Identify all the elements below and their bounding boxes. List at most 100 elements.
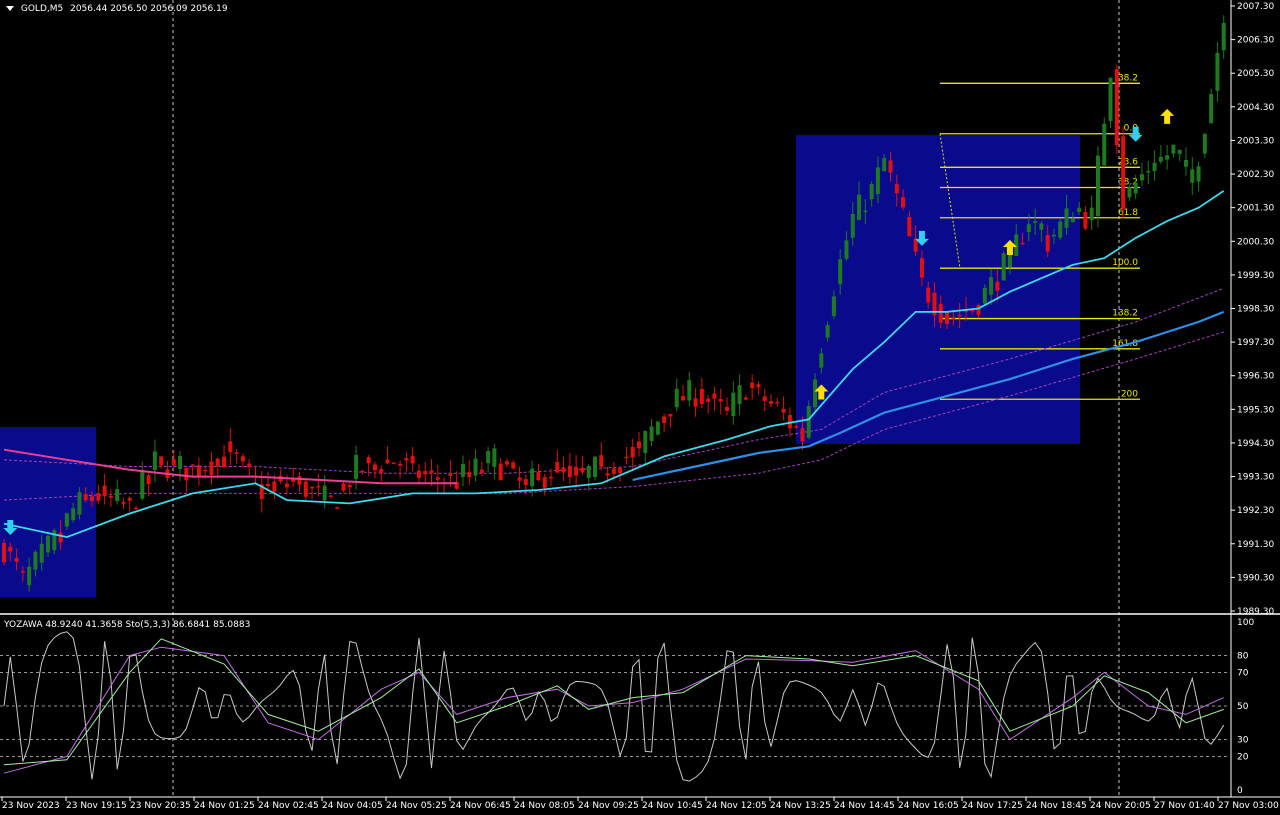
range-box-left: [0, 427, 96, 597]
candle-body: [115, 489, 120, 502]
price-tick-label: 1989.30: [1237, 607, 1274, 617]
candle-body: [322, 485, 327, 501]
dropdown-triangle-icon[interactable]: [6, 6, 14, 11]
osc-tick-label: 80: [1237, 652, 1249, 662]
candle-body: [1165, 155, 1170, 160]
candle-body: [429, 470, 434, 473]
candle-body: [171, 459, 176, 466]
candle-body: [919, 258, 924, 278]
candle-body: [800, 428, 805, 442]
price-tick-label: 1991.30: [1237, 540, 1274, 550]
candle-body: [20, 571, 25, 573]
candle-body: [1121, 136, 1126, 209]
candle-body: [561, 467, 566, 473]
candle-body: [410, 455, 415, 464]
candle-body: [435, 477, 440, 480]
chart-background: [0, 0, 1280, 815]
candle-body: [240, 456, 245, 462]
candle-body: [630, 446, 635, 458]
candle-body: [831, 296, 836, 316]
candle-body: [536, 472, 541, 481]
candle-body: [228, 441, 233, 453]
candle-body: [1039, 223, 1044, 230]
time-tick-label: 23 Nov 19:15: [66, 801, 127, 811]
candle-body: [1033, 221, 1038, 223]
indicator-values: YOZAWA 48.9240 41.3658 Sto(5,3,3) 86.684…: [4, 620, 251, 630]
candle-body: [907, 217, 912, 237]
price-tick-label: 2002.30: [1237, 170, 1274, 180]
candle-body: [681, 395, 686, 401]
time-tick-label: 24 Nov 04:05: [322, 801, 383, 811]
candle-body: [203, 469, 208, 472]
candle-body: [140, 469, 145, 499]
candle-body: [781, 408, 786, 413]
candle-body: [479, 469, 484, 473]
candle-body: [863, 210, 868, 213]
candle-body: [794, 426, 799, 428]
price-tick-label: 1994.30: [1237, 439, 1274, 449]
candle-body: [643, 431, 648, 453]
candle-body: [27, 566, 32, 586]
candle-body: [127, 497, 132, 501]
candle-body: [976, 305, 981, 315]
candle-body: [178, 456, 183, 470]
candle-body: [857, 194, 862, 220]
candle-body: [492, 448, 497, 467]
symbol-header: GOLD,M5 2056.44 2056.50 2056.09 2056.19: [6, 4, 228, 14]
price-tick-label: 1992.30: [1237, 506, 1274, 516]
candle-body: [1064, 208, 1069, 228]
candle-body: [1183, 160, 1188, 167]
candle-body: [655, 421, 660, 435]
candle-body: [498, 463, 503, 481]
candle-body: [486, 451, 491, 464]
candle-body: [297, 476, 302, 485]
candle-body: [460, 463, 465, 477]
candle-body: [222, 456, 227, 467]
candle-body: [266, 483, 271, 487]
candle-body: [1083, 211, 1088, 229]
candle-body: [1051, 234, 1056, 237]
candle-body: [580, 467, 585, 473]
candle-body: [467, 472, 472, 478]
candle-body: [196, 465, 201, 477]
candle-body: [234, 452, 239, 454]
time-tick-label: 24 Nov 12:05: [706, 801, 767, 811]
candle-body: [850, 214, 855, 238]
fib-level-label: 23.6: [1118, 157, 1138, 167]
candle-body: [90, 496, 95, 502]
candle-body: [1089, 207, 1094, 221]
candle-body: [555, 462, 560, 473]
candle-body: [1152, 162, 1157, 172]
candle-body: [945, 312, 950, 325]
time-tick-label: 24 Nov 09:25: [578, 801, 639, 811]
candle-body: [957, 314, 962, 317]
candle-body: [775, 401, 780, 404]
candle-body: [14, 557, 19, 562]
candle-body: [1108, 77, 1113, 122]
fib-level-label: 61.8: [1118, 208, 1138, 218]
candle-body: [982, 287, 987, 304]
candle-body: [448, 472, 453, 477]
candle-body: [215, 458, 220, 467]
time-tick-label: 27 Nov 03:00: [1218, 801, 1279, 811]
osc-tick-label: 30: [1237, 736, 1249, 746]
candle-body: [71, 508, 76, 521]
candle-body: [687, 380, 692, 401]
candle-body: [1077, 207, 1082, 213]
candle-body: [756, 384, 761, 388]
price-tick-label: 2004.30: [1237, 103, 1274, 113]
price-tick-label: 2001.30: [1237, 204, 1274, 214]
candle-body: [96, 493, 101, 501]
candle-body: [504, 461, 509, 465]
time-tick-label: 24 Nov 16:05: [898, 801, 959, 811]
candle-body: [718, 398, 723, 402]
candle-body: [39, 543, 44, 563]
price-tick-label: 1998.30: [1237, 305, 1274, 315]
candle-body: [1202, 133, 1207, 154]
candle-body: [1133, 182, 1138, 194]
candle-body: [523, 479, 528, 486]
trading-chart[interactable]: -38.20.023.638.261.8100.0138.2161.820020…: [0, 0, 1280, 815]
candle-body: [354, 454, 359, 480]
candle-body: [926, 287, 931, 303]
candle-body: [825, 325, 830, 338]
